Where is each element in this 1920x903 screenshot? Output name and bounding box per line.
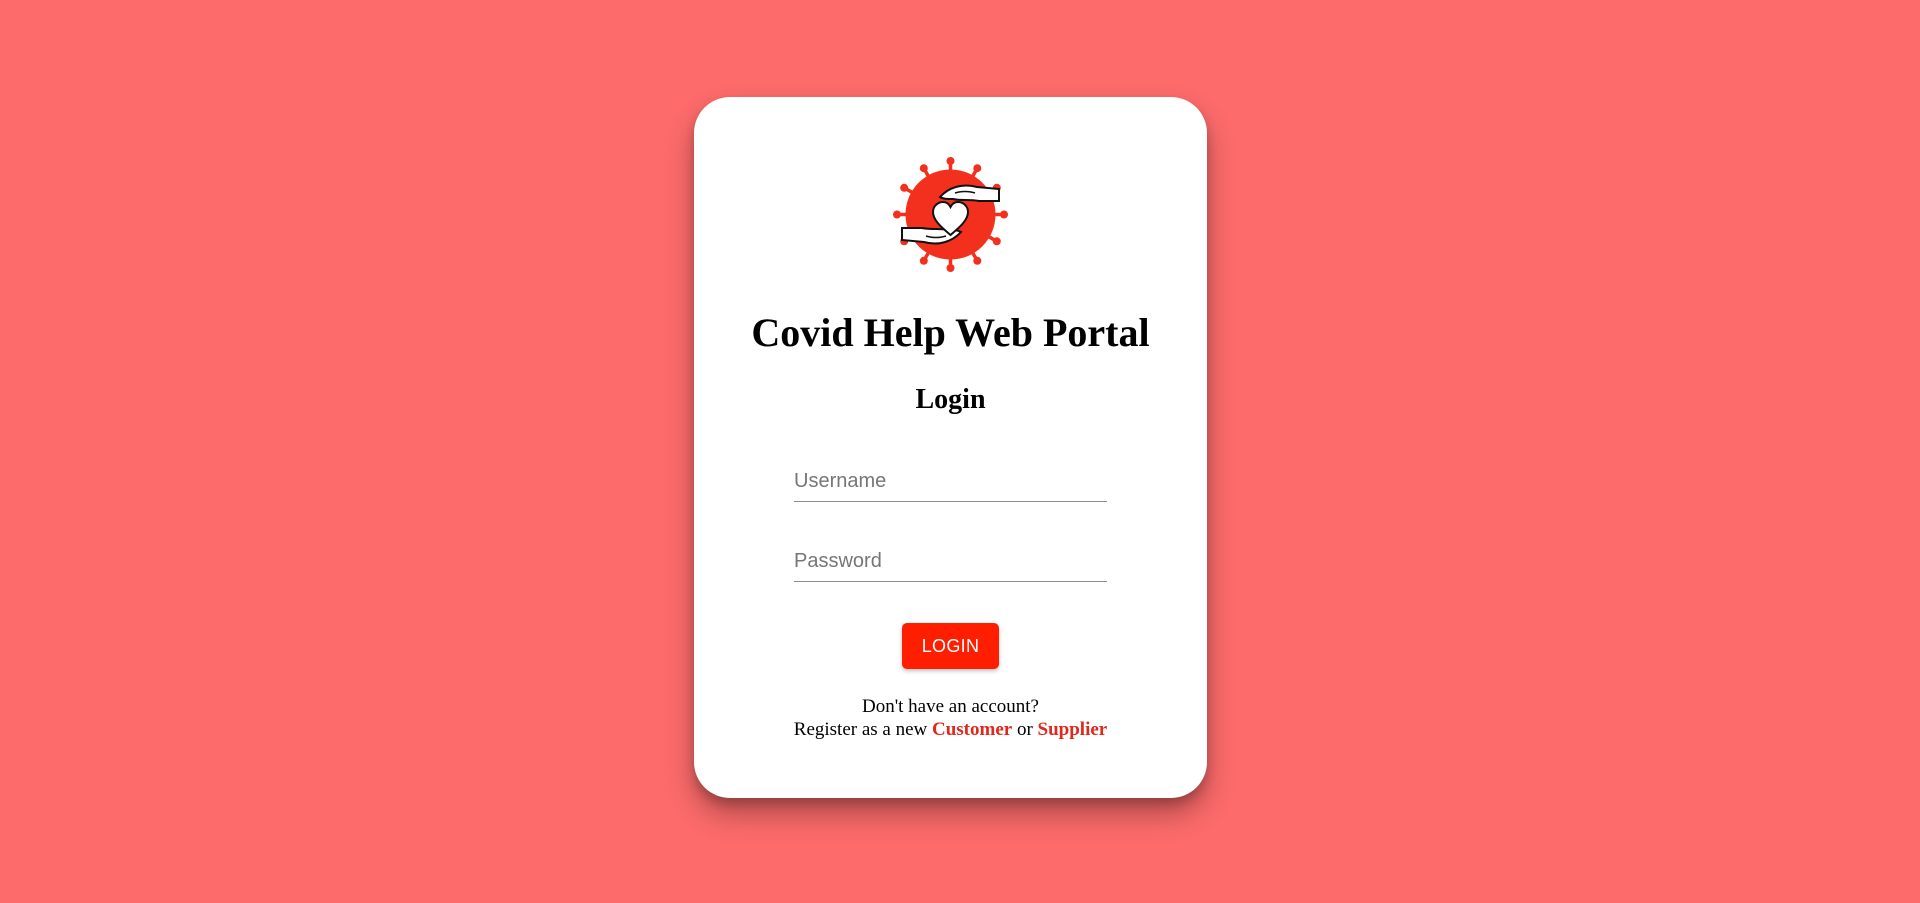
- page-title: Covid Help Web Portal: [751, 310, 1150, 355]
- username-input[interactable]: [794, 462, 1107, 502]
- register-footer: Don't have an account? Register as a new…: [694, 695, 1207, 741]
- register-customer-link[interactable]: Customer: [932, 719, 1012, 740]
- or-text: or: [1012, 719, 1038, 740]
- login-heading: Login: [915, 384, 986, 415]
- register-supplier-link[interactable]: Supplier: [1038, 719, 1108, 740]
- register-prefix-text: Register as a new: [793, 719, 932, 740]
- no-account-text: Don't have an account?: [862, 696, 1039, 717]
- login-button[interactable]: LOGIN: [902, 623, 999, 669]
- register-line: Register as a new Customer or Supplier: [694, 718, 1207, 741]
- password-input[interactable]: [794, 542, 1107, 582]
- virus-heart-hands-icon: [893, 157, 1008, 272]
- login-card: Covid Help Web Portal Login LOGIN Don't …: [694, 97, 1207, 798]
